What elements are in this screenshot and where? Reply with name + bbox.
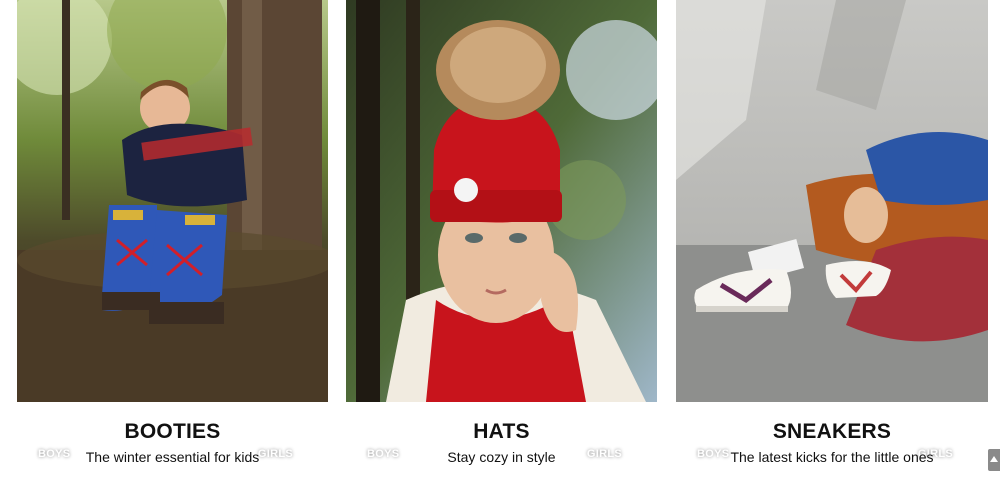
booties-subtitle: The winter essential for kids bbox=[85, 449, 260, 465]
hats-photo[interactable] bbox=[346, 0, 657, 402]
category-card-hats: BOYS GIRLS HATS Stay cozy in style bbox=[346, 0, 657, 482]
hats-subtitle: Stay cozy in style bbox=[447, 449, 556, 465]
sneakers-subtitle: The latest kicks for the little ones bbox=[730, 449, 934, 465]
sneakers-photo[interactable] bbox=[676, 0, 988, 402]
sneakers-image bbox=[676, 0, 988, 402]
category-grid: BOYS GIRLS BOOTIES The winter essential … bbox=[0, 0, 1000, 482]
category-card-booties: BOYS GIRLS BOOTIES The winter essential … bbox=[17, 0, 328, 482]
hats-image bbox=[346, 0, 657, 402]
booties-photo[interactable] bbox=[17, 0, 328, 402]
category-card-sneakers: BOYS GIRLS SNEAKERS The latest kicks for… bbox=[676, 0, 988, 482]
sneakers-title[interactable]: SNEAKERS bbox=[676, 420, 988, 444]
caret-up-icon[interactable] bbox=[988, 449, 1000, 471]
hats-title[interactable]: HATS bbox=[346, 420, 657, 444]
booties-image bbox=[17, 0, 328, 402]
booties-title[interactable]: BOOTIES bbox=[17, 420, 328, 444]
